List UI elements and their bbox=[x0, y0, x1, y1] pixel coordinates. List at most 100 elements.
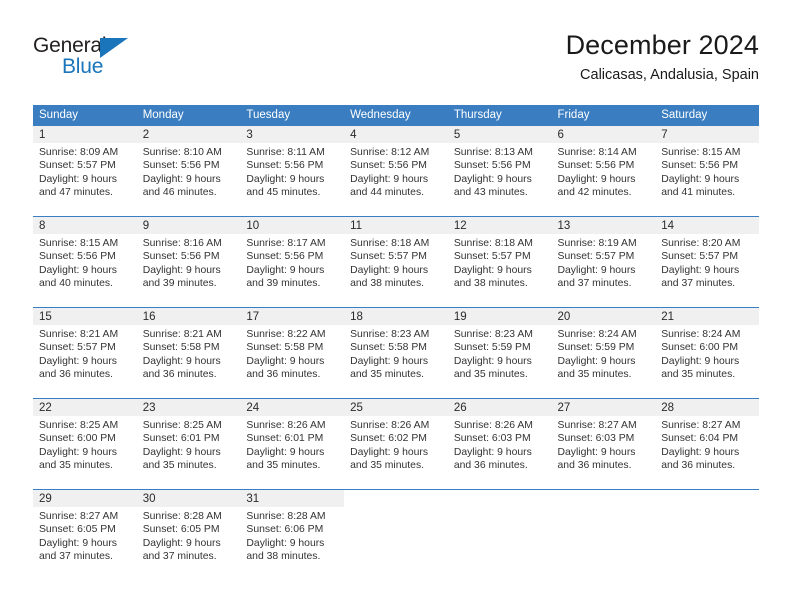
daylight-text-line1: Daylight: 9 hours bbox=[39, 446, 117, 458]
sunset-text: Sunset: 5:57 PM bbox=[453, 251, 531, 263]
day-number: 30 bbox=[136, 490, 241, 507]
calendar-day-cell[interactable]: 26 Sunrise: 8:26 AM Sunset: 6:03 PM Dayligh… bbox=[447, 398, 552, 490]
daylight-text-line1: Daylight: 9 hours bbox=[142, 355, 221, 367]
day-details: Sunrise: 8:23 AM Sunset: 5:59 PM Daylight:… bbox=[448, 325, 552, 381]
daylight-text-line2: and 38 minutes. bbox=[350, 277, 425, 289]
day-details: Sunrise: 8:22 AM Sunset: 5:58 PM Daylight:… bbox=[240, 325, 344, 381]
calendar-day-cell[interactable]: 16 Sunrise: 8:21 AM Sunset: 5:58 PM Dayligh… bbox=[136, 307, 241, 399]
sunset-text: Sunset: 6:06 PM bbox=[246, 524, 324, 536]
calendar-day-cell[interactable]: 3 Sunrise: 8:11 AM Sunset: 5:56 PM Daylight… bbox=[240, 126, 345, 217]
daylight-text-line2: and 37 minutes. bbox=[39, 550, 113, 562]
calendar-day-cell[interactable]: 5 Sunrise: 8:13 AM Sunset: 5:56 PM Daylight… bbox=[447, 126, 552, 217]
daylight-text-line2: and 36 minutes. bbox=[453, 459, 528, 471]
sunset-text: Sunset: 6:05 PM bbox=[39, 524, 116, 536]
day-details bbox=[655, 507, 759, 510]
sunset-text: Sunset: 5:56 PM bbox=[661, 160, 739, 172]
calendar-day-cell[interactable]: 6 Sunrise: 8:14 AM Sunset: 5:56 PM Daylight… bbox=[551, 126, 656, 217]
daylight-text-line1: Daylight: 9 hours bbox=[246, 355, 325, 367]
day-details: Sunrise: 8:16 AM Sunset: 5:56 PM Daylight:… bbox=[137, 234, 241, 290]
daylight-text-line2: and 35 minutes. bbox=[39, 459, 113, 471]
day-number: 29 bbox=[33, 490, 137, 507]
calendar-day-cell[interactable]: 24 Sunrise: 8:26 AM Sunset: 6:01 PM Dayligh… bbox=[240, 398, 345, 490]
sunrise-text: Sunrise: 8:23 AM bbox=[453, 329, 533, 340]
day-number bbox=[552, 490, 656, 507]
sunrise-text: Sunrise: 8:24 AM bbox=[661, 329, 741, 340]
daylight-text-line1: Daylight: 9 hours bbox=[557, 355, 636, 367]
sunrise-text: Sunrise: 8:19 AM bbox=[557, 238, 637, 249]
daylight-text-line1: Daylight: 9 hours bbox=[557, 264, 636, 276]
calendar-day-cell[interactable]: 10 Sunrise: 8:17 AM Sunset: 5:56 PM Dayligh… bbox=[240, 216, 345, 308]
day-details bbox=[448, 507, 552, 510]
sunset-text: Sunset: 5:57 PM bbox=[39, 342, 116, 354]
sunrise-sunset-calendar: Sunday Monday Tuesday Wednesday Thursday… bbox=[33, 105, 759, 580]
day-details: Sunrise: 8:23 AM Sunset: 5:58 PM Daylight:… bbox=[344, 325, 448, 381]
sunrise-text: Sunrise: 8:25 AM bbox=[142, 420, 222, 431]
sunrise-text: Sunrise: 8:15 AM bbox=[39, 238, 119, 249]
calendar-day-cell[interactable]: 27 Sunrise: 8:27 AM Sunset: 6:03 PM Dayligh… bbox=[551, 398, 656, 490]
daylight-text-line2: and 35 minutes. bbox=[453, 368, 528, 380]
calendar-day-cell[interactable]: 22 Sunrise: 8:25 AM Sunset: 6:00 PM Dayligh… bbox=[33, 398, 137, 490]
calendar-day-cell[interactable]: 23 Sunrise: 8:25 AM Sunset: 6:01 PM Dayligh… bbox=[136, 398, 241, 490]
calendar-day-cell[interactable]: 19 Sunrise: 8:23 AM Sunset: 5:59 PM Dayligh… bbox=[447, 307, 552, 399]
day-number: 28 bbox=[655, 399, 759, 416]
calendar-day-cell[interactable]: 7 Sunrise: 8:15 AM Sunset: 5:56 PM Daylight… bbox=[655, 126, 759, 217]
daylight-text-line1: Daylight: 9 hours bbox=[246, 537, 325, 549]
sunset-text: Sunset: 6:00 PM bbox=[661, 342, 739, 354]
sunset-text: Sunset: 5:59 PM bbox=[453, 342, 531, 354]
page-header: General Blue December 2024 Calicasas, An… bbox=[33, 28, 759, 98]
calendar-day-cell[interactable]: 25 Sunrise: 8:26 AM Sunset: 6:02 PM Dayligh… bbox=[344, 398, 448, 490]
calendar-day-cell[interactable]: 9 Sunrise: 8:16 AM Sunset: 5:56 PM Daylight… bbox=[136, 216, 241, 308]
daylight-text-line1: Daylight: 9 hours bbox=[246, 264, 325, 276]
sunrise-text: Sunrise: 8:09 AM bbox=[39, 147, 119, 158]
sunrise-text: Sunrise: 8:28 AM bbox=[142, 511, 222, 522]
daylight-text-line1: Daylight: 9 hours bbox=[39, 264, 117, 276]
day-number: 6 bbox=[551, 126, 656, 143]
sunrise-text: Sunrise: 8:21 AM bbox=[142, 329, 222, 340]
sunrise-text: Sunrise: 8:16 AM bbox=[142, 238, 222, 249]
calendar-day-cell-empty bbox=[344, 489, 448, 580]
logo-text-blue: Blue bbox=[62, 55, 104, 78]
calendar-day-cell[interactable]: 30 Sunrise: 8:28 AM Sunset: 6:05 PM Dayligh… bbox=[136, 489, 241, 580]
sunset-text: Sunset: 6:03 PM bbox=[453, 433, 531, 445]
page-title: December 2024 bbox=[565, 30, 759, 60]
calendar-day-cell[interactable]: 28 Sunrise: 8:27 AM Sunset: 6:04 PM Dayligh… bbox=[655, 398, 759, 490]
day-number: 22 bbox=[33, 399, 137, 416]
calendar-day-cell[interactable]: 13 Sunrise: 8:19 AM Sunset: 5:57 PM Dayligh… bbox=[551, 216, 656, 308]
daylight-text-line1: Daylight: 9 hours bbox=[39, 173, 117, 185]
calendar-day-cell[interactable]: 15 Sunrise: 8:21 AM Sunset: 5:57 PM Dayligh… bbox=[33, 307, 137, 399]
calendar-day-cell[interactable]: 29 Sunrise: 8:27 AM Sunset: 6:05 PM Dayligh… bbox=[33, 489, 137, 580]
calendar-day-cell-empty bbox=[655, 489, 759, 580]
day-details: Sunrise: 8:19 AM Sunset: 5:57 PM Daylight:… bbox=[552, 234, 656, 290]
day-number: 8 bbox=[33, 217, 137, 234]
calendar-day-cell[interactable]: 18 Sunrise: 8:23 AM Sunset: 5:58 PM Dayligh… bbox=[344, 307, 448, 399]
daylight-text-line2: and 39 minutes. bbox=[142, 277, 217, 289]
day-details: Sunrise: 8:11 AM Sunset: 5:56 PM Daylight:… bbox=[240, 143, 344, 199]
daylight-text-line1: Daylight: 9 hours bbox=[453, 355, 532, 367]
day-number: 1 bbox=[33, 126, 137, 143]
calendar-day-cell[interactable]: 12 Sunrise: 8:18 AM Sunset: 5:57 PM Dayligh… bbox=[447, 216, 552, 308]
calendar-day-cell[interactable]: 1 Sunrise: 8:09 AM Sunset: 5:57 PM Daylight… bbox=[33, 126, 137, 217]
sunrise-text: Sunrise: 8:11 AM bbox=[246, 147, 325, 158]
daylight-text-line2: and 45 minutes. bbox=[246, 186, 321, 198]
calendar-day-cell[interactable]: 17 Sunrise: 8:22 AM Sunset: 5:58 PM Dayligh… bbox=[240, 307, 345, 399]
calendar-day-cell[interactable]: 20 Sunrise: 8:24 AM Sunset: 5:59 PM Dayligh… bbox=[551, 307, 656, 399]
daylight-text-line1: Daylight: 9 hours bbox=[350, 264, 429, 276]
sunset-text: Sunset: 5:56 PM bbox=[350, 160, 427, 172]
calendar-day-cell[interactable]: 11 Sunrise: 8:18 AM Sunset: 5:57 PM Dayligh… bbox=[344, 216, 448, 308]
sunset-text: Sunset: 6:00 PM bbox=[39, 433, 116, 445]
daylight-text-line2: and 36 minutes. bbox=[142, 368, 217, 380]
day-details: Sunrise: 8:14 AM Sunset: 5:56 PM Daylight:… bbox=[552, 143, 656, 199]
calendar-day-cell[interactable]: 14 Sunrise: 8:20 AM Sunset: 5:57 PM Dayligh… bbox=[655, 216, 759, 308]
daylight-text-line2: and 37 minutes. bbox=[557, 277, 632, 289]
calendar-day-cell[interactable]: 4 Sunrise: 8:12 AM Sunset: 5:56 PM Daylight… bbox=[344, 126, 448, 217]
calendar-page: General Blue December 2024 Calicasas, An… bbox=[0, 0, 792, 612]
daylight-text-line2: and 35 minutes. bbox=[142, 459, 217, 471]
daylight-text-line1: Daylight: 9 hours bbox=[39, 537, 117, 549]
calendar-day-cell[interactable]: 2 Sunrise: 8:10 AM Sunset: 5:56 PM Daylight… bbox=[136, 126, 241, 217]
calendar-day-cell[interactable]: 31 Sunrise: 8:28 AM Sunset: 6:06 PM Dayligh… bbox=[240, 489, 345, 580]
calendar-day-cell[interactable]: 8 Sunrise: 8:15 AM Sunset: 5:56 PM Daylight… bbox=[33, 216, 137, 308]
daylight-text-line2: and 38 minutes. bbox=[246, 550, 321, 562]
weekday-header-tuesday: Tuesday bbox=[240, 105, 345, 126]
calendar-day-cell[interactable]: 21 Sunrise: 8:24 AM Sunset: 6:00 PM Dayligh… bbox=[655, 307, 759, 399]
weekday-header-row: Sunday Monday Tuesday Wednesday Thursday… bbox=[33, 105, 759, 126]
